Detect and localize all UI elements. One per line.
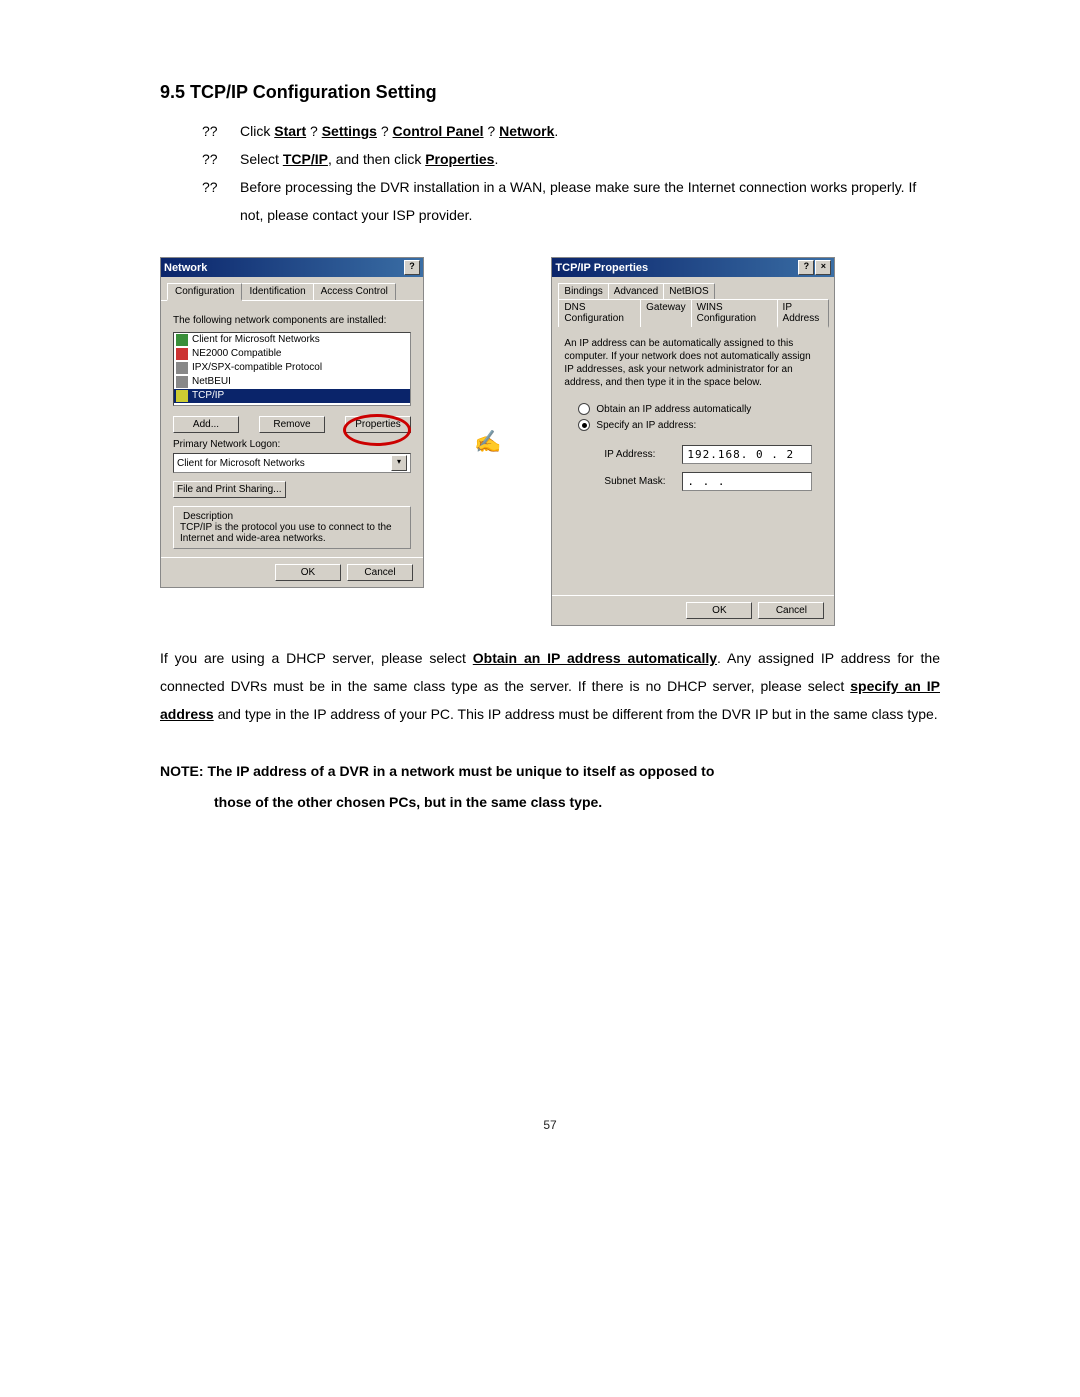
tab-netbios[interactable]: NetBIOS xyxy=(663,283,714,299)
adapter-icon xyxy=(176,348,188,360)
ip-address-label: IP Address: xyxy=(604,449,682,460)
tab-identification[interactable]: Identification xyxy=(241,283,313,300)
titlebar: Network ? xyxy=(161,258,423,277)
protocol-icon xyxy=(176,376,188,388)
bullet: ?? xyxy=(202,173,222,229)
tcpip-properties-dialog: TCP/IP Properties ? × Bindings Advanced … xyxy=(551,257,835,626)
radio-specify-ip[interactable]: Specify an IP address: xyxy=(578,419,822,431)
help-icon[interactable]: ? xyxy=(798,260,814,275)
list-item[interactable]: NE2000 Compatible xyxy=(174,347,410,361)
dialog-title: Network xyxy=(164,262,207,274)
note-block: NOTE: The IP address of a DVR in a netwo… xyxy=(160,756,940,818)
properties-button[interactable]: Properties xyxy=(345,416,411,433)
bullet: ?? xyxy=(202,145,222,173)
description-label: Description xyxy=(180,511,236,522)
list-item[interactable]: IPX/SPX-compatible Protocol xyxy=(174,361,410,375)
protocol-icon xyxy=(176,362,188,374)
ok-button[interactable]: OK xyxy=(686,602,752,619)
ok-button[interactable]: OK xyxy=(275,564,341,581)
subnet-mask-label: Subnet Mask: xyxy=(604,476,682,487)
dialog-title: TCP/IP Properties xyxy=(555,262,648,274)
client-icon xyxy=(176,334,188,346)
logon-select[interactable]: Client for Microsoft Networks▾ xyxy=(173,453,411,473)
subnet-mask-input[interactable]: . . . xyxy=(682,472,812,491)
list-item[interactable]: NetBEUI xyxy=(174,375,410,389)
close-icon[interactable]: × xyxy=(815,260,831,275)
ip-intro-text: An IP address can be automatically assig… xyxy=(564,337,822,389)
components-label: The following network components are ins… xyxy=(173,315,411,326)
radio-obtain-auto[interactable]: Obtain an IP address automatically xyxy=(578,403,822,415)
steps-list: ?? Click Start ? Settings ? Control Pane… xyxy=(202,117,940,229)
dhcp-paragraph: If you are using a DHCP server, please s… xyxy=(160,644,940,728)
logon-label: Primary Network Logon: xyxy=(173,439,411,450)
radio-icon xyxy=(578,403,590,415)
description-text: TCP/IP is the protocol you use to connec… xyxy=(180,522,404,544)
tab-access-control[interactable]: Access Control xyxy=(313,283,396,300)
protocol-icon xyxy=(176,390,188,402)
file-print-sharing-button[interactable]: File and Print Sharing... xyxy=(173,481,286,498)
cancel-button[interactable]: Cancel xyxy=(758,602,824,619)
add-button[interactable]: Add... xyxy=(173,416,239,433)
tab-wins[interactable]: WINS Configuration xyxy=(691,299,778,327)
remove-button[interactable]: Remove xyxy=(259,416,325,433)
page-number: 57 xyxy=(160,1118,940,1132)
list-item-selected[interactable]: TCP/IP xyxy=(174,389,410,403)
tab-configuration[interactable]: Configuration xyxy=(167,283,242,301)
tab-dns[interactable]: DNS Configuration xyxy=(558,299,641,327)
chevron-down-icon[interactable]: ▾ xyxy=(391,455,407,471)
step-1: Click Start ? Settings ? Control Panel ?… xyxy=(240,117,558,145)
tab-ip-address[interactable]: IP Address xyxy=(777,299,830,328)
bullet: ?? xyxy=(202,117,222,145)
tab-gateway[interactable]: Gateway xyxy=(640,299,691,327)
list-item[interactable]: Client for Microsoft Networks xyxy=(174,333,410,347)
ip-address-input[interactable]: 192.168. 0 . 2 xyxy=(682,445,812,464)
titlebar: TCP/IP Properties ? × xyxy=(552,258,834,277)
components-listbox[interactable]: Client for Microsoft Networks NE2000 Com… xyxy=(173,332,411,406)
help-icon[interactable]: ? xyxy=(404,260,420,275)
network-dialog: Network ? Configuration Identification A… xyxy=(160,257,424,588)
tab-bindings[interactable]: Bindings xyxy=(558,283,608,299)
cancel-button[interactable]: Cancel xyxy=(347,564,413,581)
radio-icon xyxy=(578,419,590,431)
pencil-icon: ✍ xyxy=(474,429,501,455)
step-2: Select TCP/IP, and then click Properties… xyxy=(240,145,498,173)
tab-advanced[interactable]: Advanced xyxy=(608,283,664,299)
section-heading: 9.5 TCP/IP Configuration Setting xyxy=(160,82,940,103)
step-3: Before processing the DVR installation i… xyxy=(240,173,940,229)
